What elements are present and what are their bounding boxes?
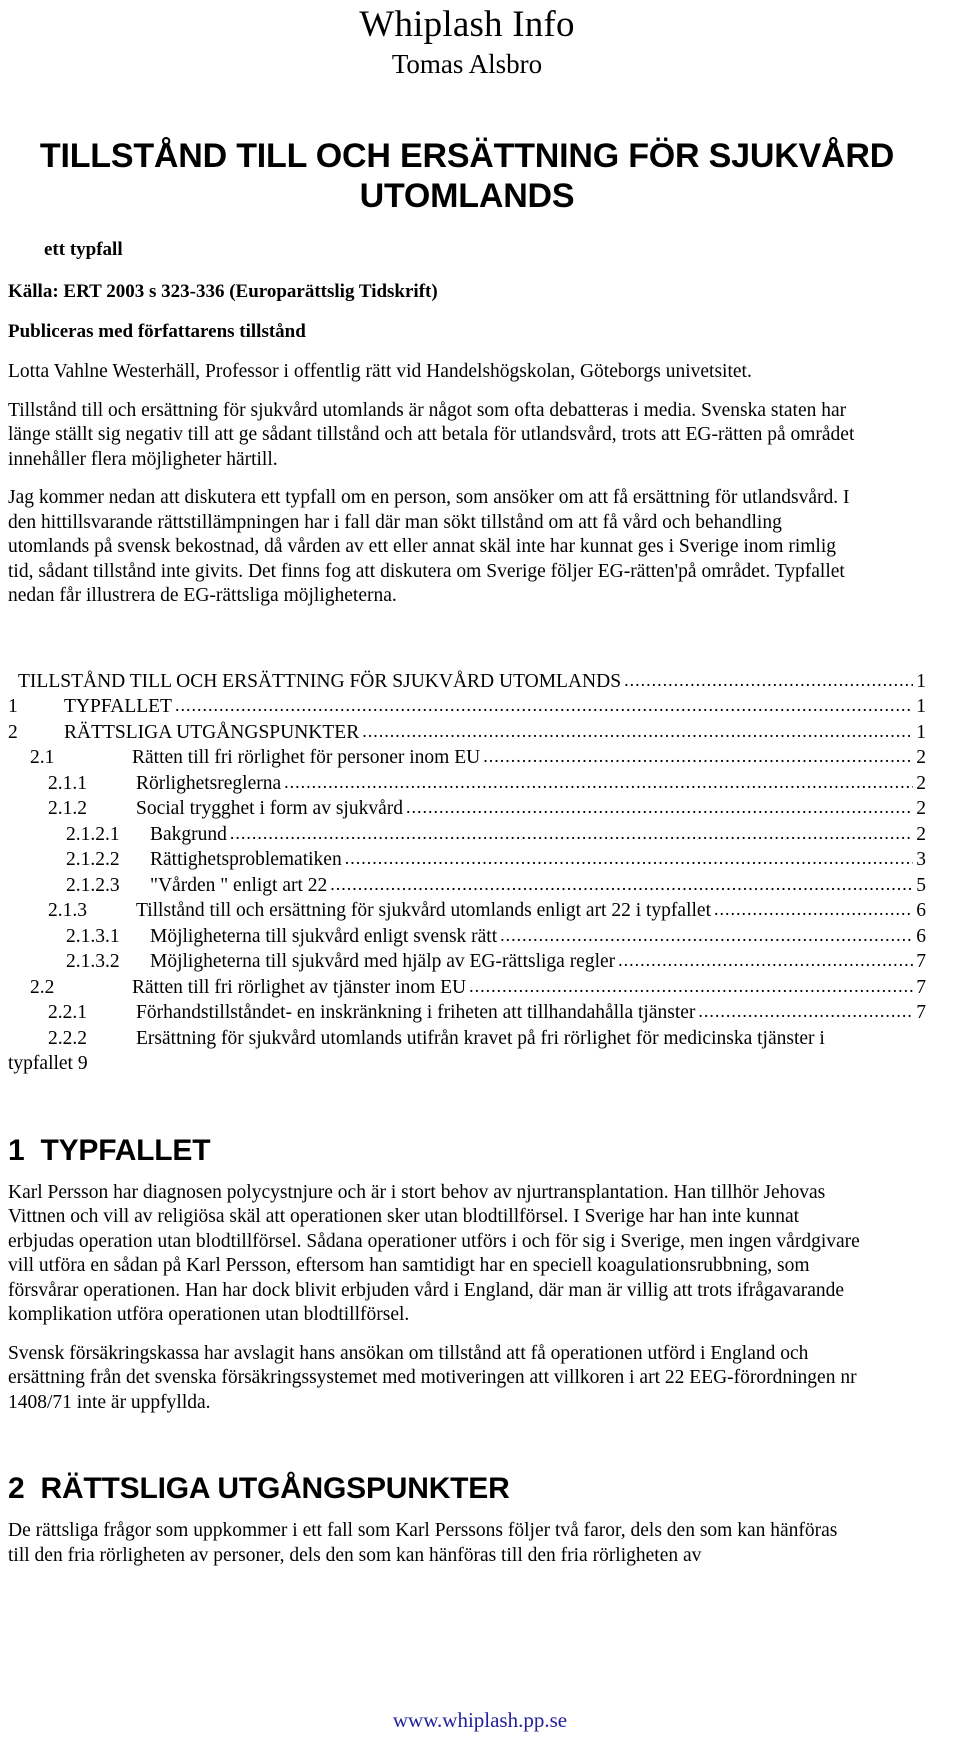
toc-dot-leader: ........................................… xyxy=(618,950,913,970)
toc-entry[interactable]: 2.2 Rätten till fri rörlighet av tjänste… xyxy=(8,975,926,1001)
section-number: 2 xyxy=(8,1472,25,1505)
toc-dot-leader: ........................................… xyxy=(500,924,913,945)
masthead: Whiplash Info Tomas Alsbro xyxy=(8,0,926,80)
toc-entry-page: 7 xyxy=(916,1002,926,1023)
page-footer: www.whiplash.pp.se xyxy=(0,1707,960,1733)
toc-entry-number: 2.1.2.1 xyxy=(66,823,120,845)
toc-entry-page: 7 xyxy=(916,976,926,998)
section-heading-1: 1 TYPFALLET xyxy=(8,1133,926,1169)
toc-entry-number: 2.1.1 xyxy=(48,772,87,794)
toc-entry[interactable]: 2.2.2 Ersättning för sjukvård utomlands … xyxy=(8,1026,926,1052)
toc-dot-leader: ........................................… xyxy=(284,771,913,792)
toc-entry-label: Social trygghet i form av sjukvård xyxy=(136,798,403,819)
toc-entry-number: 2.1.2.3 xyxy=(66,874,120,896)
toc-entry[interactable]: 2.2.1 Förhandstillståndet- en inskränkni… xyxy=(8,1000,926,1026)
document-page: Whiplash Info Tomas Alsbro TILLSTÅND TIL… xyxy=(0,0,960,1747)
toc-dot-leader: ........................................… xyxy=(624,669,913,690)
toc-entry-number: 2.1.3.2 xyxy=(66,951,120,972)
toc-entry[interactable]: TILLSTÅND TILL OCH ERSÄTTNING FÖR SJUKVÅ… xyxy=(8,669,926,695)
toc-entry-number: 1 xyxy=(8,696,18,717)
toc-entry-number: 2 xyxy=(8,721,18,743)
toc-dot-leader: ........................................… xyxy=(344,848,914,868)
toc-entry-label: Förhandstillståndet- en inskränkning i f… xyxy=(136,1002,696,1023)
table-of-contents: TILLSTÅND TILL OCH ERSÄTTNING FÖR SJUKVÅ… xyxy=(8,669,926,1077)
toc-entry-page: 1 xyxy=(916,670,926,692)
toc-entry-page: 2 xyxy=(916,798,926,819)
intro-paragraph-1: Tillstånd till och ersättning för sjukvå… xyxy=(8,399,855,470)
toc-dot-leader: ........................................… xyxy=(362,720,913,741)
toc-dot-leader: ........................................… xyxy=(698,1001,913,1021)
toc-entry-label: Rätten till fri rörlighet för personer i… xyxy=(132,747,481,768)
toc-dot-leader: ........................................… xyxy=(483,746,913,766)
toc-entry-label: Rätten till fri rörlighet av tjänster in… xyxy=(132,976,467,998)
toc-entry[interactable]: 2.1.2.3 "Vården " enligt art 22 ........… xyxy=(8,873,926,899)
toc-entry[interactable]: 2.1.2.2 Rättighetsproblematiken ........… xyxy=(8,847,926,873)
toc-entry-label: Möjligheterna till sjukvård enligt svens… xyxy=(150,925,498,947)
toc-entry-page: 6 xyxy=(916,925,926,947)
website-link[interactable]: www.whiplash.pp.se xyxy=(393,1708,567,1732)
toc-dot-leader: ........................................… xyxy=(469,975,914,996)
byline: Lotta Vahlne Westerhäll, Professor i off… xyxy=(8,361,752,382)
section-number: 1 xyxy=(8,1133,25,1167)
section-2-paragraph-1: De rättsliga frågor som uppkommer i ett … xyxy=(8,1520,838,1566)
toc-entry[interactable]: 2.1 Rätten till fri rörlighet för person… xyxy=(8,745,926,771)
toc-entry[interactable]: 2.1.3.1 Möjligheterna till sjukvård enli… xyxy=(8,924,926,950)
section-1-paragraph-1: Karl Persson har diagnosen polycystnjure… xyxy=(8,1181,860,1326)
toc-entry-label: Rättighetsproblematiken xyxy=(150,849,342,870)
toc-entry-number: 2.1.2.2 xyxy=(66,849,120,870)
toc-entry-number: 2.2.1 xyxy=(48,1002,87,1023)
source-line: Källa: ERT 2003 s 323-336 (Europarättsli… xyxy=(8,281,438,302)
site-title: Whiplash Info xyxy=(359,4,575,45)
toc-entry-label: TYPFALLET xyxy=(64,696,172,717)
site-author: Tomas Alsbro xyxy=(391,49,543,79)
toc-entry-label: TILLSTÅND TILL OCH ERSÄTTNING FÖR SJUKVÅ… xyxy=(18,670,622,692)
toc-entry-label: RÄTTSLIGA UTGÅNGSPUNKTER xyxy=(64,721,360,743)
toc-entry-number: 2.2.2 xyxy=(48,1027,87,1049)
section-title: RÄTTSLIGA UTGÅNGSPUNKTER xyxy=(40,1472,510,1505)
toc-entry[interactable]: 2.1.1 Rörlighetsreglerna ...............… xyxy=(8,771,926,797)
toc-entry-page: 3 xyxy=(916,849,926,870)
document-subtitle: ett typfall xyxy=(44,239,123,260)
toc-entry-label: Ersättning för sjukvård utomlands utifrå… xyxy=(136,1027,825,1049)
toc-entry-number: 2.1 xyxy=(30,747,55,768)
toc-entry-label: "Vården " enligt art 22 xyxy=(150,874,328,896)
toc-entry[interactable]: 2.1.2.1 Bakgrund .......................… xyxy=(8,822,926,848)
toc-entry-number: 2.2 xyxy=(30,976,55,998)
toc-entry-page: 7 xyxy=(916,951,926,972)
section-1-paragraph-2: Svensk försäkringskassa har avslagit han… xyxy=(8,1342,857,1413)
permission-line: Publiceras med författarens tillstånd xyxy=(8,321,306,342)
toc-entry-page: 1 xyxy=(916,721,926,743)
page-title: TILLSTÅND TILL OCH ERSÄTTNING FÖR SJUKVÅ… xyxy=(39,137,895,215)
section-title: TYPFALLET xyxy=(40,1133,211,1167)
toc-entry-page: 2 xyxy=(916,772,926,794)
toc-dot-leader: ........................................… xyxy=(174,695,913,715)
toc-entry-page: 1 xyxy=(916,696,926,717)
toc-entry-page: 2 xyxy=(916,823,926,845)
toc-entry[interactable]: 2.1.2 Social trygghet i form av sjukvård… xyxy=(8,796,926,822)
toc-entry-number: 2.1.2 xyxy=(48,798,87,819)
toc-entry[interactable]: 2 RÄTTSLIGA UTGÅNGSPUNKTER .............… xyxy=(8,720,926,746)
toc-dot-leader: ........................................… xyxy=(229,822,914,843)
toc-entry[interactable]: 2.1.3.2 Möjligheterna till sjukvård med … xyxy=(8,949,926,975)
toc-entry-wrap-line: typfallet 9 xyxy=(8,1053,88,1074)
toc-entry-label: Tillstånd till och ersättning för sjukvå… xyxy=(136,900,711,921)
intro-paragraph-2: Jag kommer nedan att diskutera ett typfa… xyxy=(8,487,850,606)
toc-entry[interactable]: 2.1.3 Tillstånd till och ersättning för … xyxy=(8,898,926,924)
toc-entry[interactable]: 1 TYPFALLET ............................… xyxy=(8,694,926,720)
toc-entry-page: 2 xyxy=(916,747,926,768)
section-heading-2: 2 RÄTTSLIGA UTGÅNGSPUNKTER xyxy=(8,1471,926,1507)
toc-entry-number: 2.1.3 xyxy=(48,900,87,921)
toc-entry-page: 5 xyxy=(916,874,926,896)
toc-entry-label: Rörlighetsreglerna xyxy=(136,772,282,794)
toc-dot-leader: ........................................… xyxy=(714,899,914,919)
toc-entry-label: Möjligheterna till sjukvård med hjälp av… xyxy=(150,951,616,972)
toc-dot-leader: ........................................… xyxy=(330,873,914,894)
toc-entry-label: Bakgrund xyxy=(150,823,227,845)
toc-dot-leader: ........................................… xyxy=(405,797,914,817)
toc-entry-number: 2.1.3.1 xyxy=(66,925,120,947)
toc-entry-page: 6 xyxy=(916,900,926,921)
